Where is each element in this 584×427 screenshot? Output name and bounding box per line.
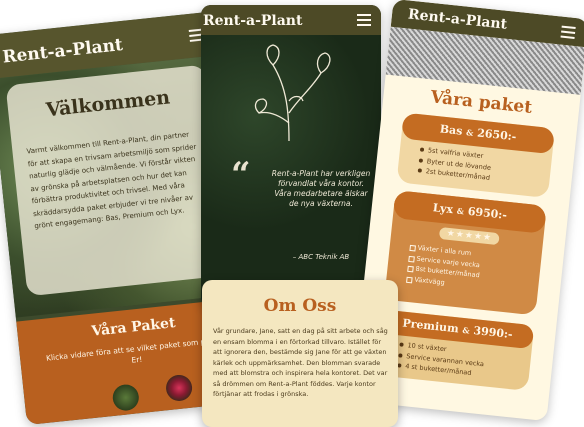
hamburger-menu-icon[interactable] — [357, 14, 371, 16]
package-price: 3990:- — [472, 324, 514, 342]
feature-list: 5st valfria växter Byter ut de lövande 2… — [425, 145, 492, 183]
welcome-card: Välkommen Varmt välkommen till Rent-a-Pl… — [5, 64, 227, 297]
brand-logo[interactable]: Rent-a-Plant — [203, 13, 302, 29]
amp: & — [461, 324, 471, 336]
package-price: 2650:- — [476, 126, 517, 144]
package-name: Bas — [439, 122, 464, 138]
brand-logo[interactable]: Rent-a-Plant — [407, 7, 508, 33]
amp: & — [456, 205, 465, 217]
welcome-title: Välkommen — [44, 86, 172, 122]
about-us-card: Om Oss Vår grundare, Jane, satt en dag p… — [202, 280, 398, 427]
package-header: Lyx & 6950:- — [392, 190, 547, 234]
flower-photo — [164, 373, 194, 403]
package-card-lyx[interactable]: Lyx & 6950:- ★★★★★ Växter i alla rum Ser… — [384, 190, 547, 316]
rating-stars: ★★★★★ — [438, 226, 500, 246]
feature-list: 10 st växter Service varannan vecka 4 st… — [405, 340, 486, 379]
quote-icon: “ — [231, 155, 251, 195]
welcome-text: Varmt välkommen till Rent-a-Plant, din p… — [26, 130, 197, 231]
about-us-title: Om Oss — [263, 296, 337, 316]
hamburger-menu-icon[interactable] — [561, 25, 576, 30]
package-header: Bas & 2650:- — [401, 112, 555, 155]
header-bar: Rent-a-Plant — [201, 5, 381, 35]
feature-list: Växter i alla rum Service varje vecka 8s… — [414, 243, 482, 292]
amp: & — [465, 127, 474, 138]
package-card-bas[interactable]: Bas & 2650:- 5st valfria växter Byter ut… — [396, 112, 555, 199]
about-us-text: Vår grundare, Jane, satt en dag på sitt … — [213, 327, 388, 398]
package-header: Premium & 3990:- — [380, 309, 535, 350]
brand-logo[interactable]: Rent-a-Plant — [2, 35, 124, 68]
package-card-premium[interactable]: Premium & 3990:- 10 st växter Service va… — [376, 309, 535, 391]
plant-photo — [111, 383, 141, 412]
testimonial-author: – ABC Teknik AB — [292, 253, 350, 261]
testimonial-text: Rent-a-Plant har verkligen förvandlat vå… — [271, 169, 371, 208]
package-name: Lyx — [432, 201, 454, 217]
mockup-testimonial-screen: Rent-a-Plant “ Rent-a-Plant har verklige… — [201, 5, 381, 307]
package-name: Premium — [401, 316, 460, 336]
flower-line-art-icon — [254, 44, 331, 142]
package-price: 6950:- — [467, 204, 508, 222]
